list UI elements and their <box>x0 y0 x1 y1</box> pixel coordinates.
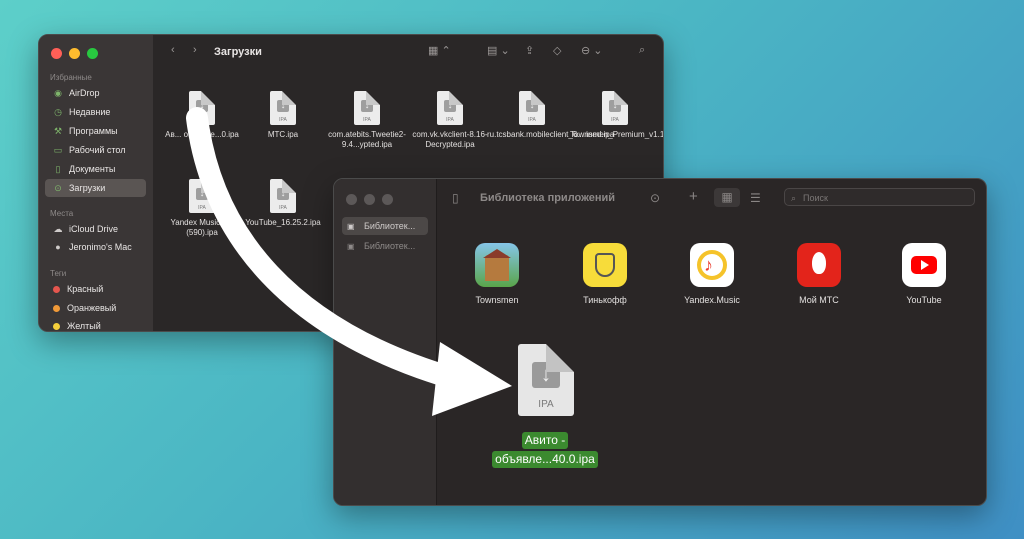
dragged-file-name-line2: объявле...40.0.ipa <box>492 451 598 468</box>
dragged-file-name-line1: Авито - <box>521 432 569 449</box>
dragged-ipa-file-icon[interactable]: ↓ IPA <box>518 344 574 416</box>
dragged-file-name: Авито - объявле...40.0.ipa <box>470 431 620 469</box>
